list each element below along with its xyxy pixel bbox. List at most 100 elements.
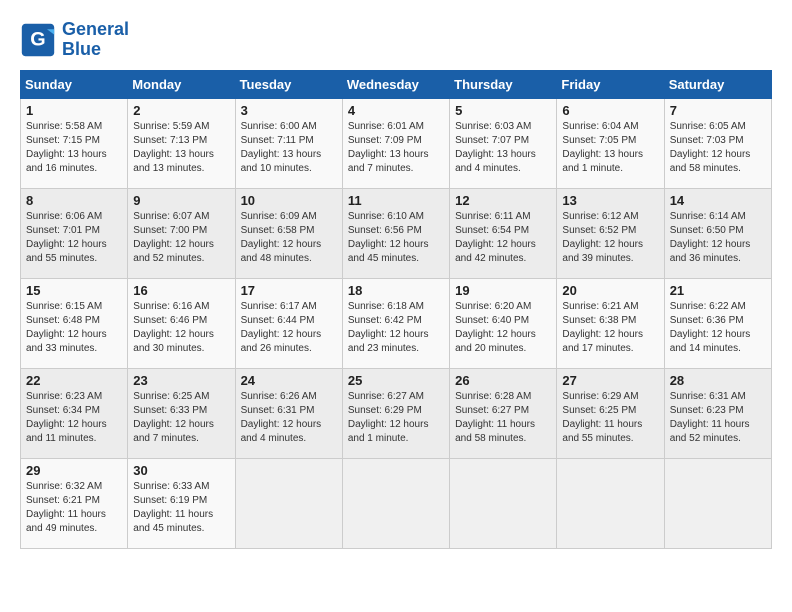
- day-detail: Sunrise: 6:21 AMSunset: 6:38 PMDaylight:…: [562, 300, 658, 356]
- calendar-day-cell: 8 Sunrise: 6:06 AMSunset: 7:01 PMDayligh…: [21, 188, 128, 278]
- calendar-day-cell: 23 Sunrise: 6:25 AMSunset: 6:33 PMDaylig…: [128, 368, 235, 458]
- day-number: 10: [241, 193, 337, 208]
- svg-text:G: G: [30, 28, 45, 50]
- day-of-week-header: Friday: [557, 70, 664, 98]
- day-number: 15: [26, 283, 122, 298]
- calendar-day-cell: 11 Sunrise: 6:10 AMSunset: 6:56 PMDaylig…: [342, 188, 449, 278]
- day-number: 8: [26, 193, 122, 208]
- day-number: 23: [133, 373, 229, 388]
- day-detail: Sunrise: 6:23 AMSunset: 6:34 PMDaylight:…: [26, 390, 122, 446]
- calendar-week-row: 8 Sunrise: 6:06 AMSunset: 7:01 PMDayligh…: [21, 188, 772, 278]
- calendar-day-cell: 1 Sunrise: 5:58 AMSunset: 7:15 PMDayligh…: [21, 98, 128, 188]
- calendar-header: SundayMondayTuesdayWednesdayThursdayFrid…: [21, 70, 772, 98]
- day-of-week-header: Monday: [128, 70, 235, 98]
- day-detail: Sunrise: 5:59 AMSunset: 7:13 PMDaylight:…: [133, 120, 229, 176]
- calendar-day-cell: 2 Sunrise: 5:59 AMSunset: 7:13 PMDayligh…: [128, 98, 235, 188]
- calendar-day-cell: 7 Sunrise: 6:05 AMSunset: 7:03 PMDayligh…: [664, 98, 771, 188]
- calendar-week-row: 15 Sunrise: 6:15 AMSunset: 6:48 PMDaylig…: [21, 278, 772, 368]
- day-number: 16: [133, 283, 229, 298]
- day-number: 26: [455, 373, 551, 388]
- day-detail: Sunrise: 6:12 AMSunset: 6:52 PMDaylight:…: [562, 210, 658, 266]
- calendar-day-cell: 30 Sunrise: 6:33 AMSunset: 6:19 PMDaylig…: [128, 458, 235, 548]
- day-of-week-header: Saturday: [664, 70, 771, 98]
- calendar-day-cell: 25 Sunrise: 6:27 AMSunset: 6:29 PMDaylig…: [342, 368, 449, 458]
- day-detail: Sunrise: 6:22 AMSunset: 6:36 PMDaylight:…: [670, 300, 766, 356]
- day-number: 30: [133, 463, 229, 478]
- calendar-day-cell: [235, 458, 342, 548]
- day-number: 6: [562, 103, 658, 118]
- day-detail: Sunrise: 6:14 AMSunset: 6:50 PMDaylight:…: [670, 210, 766, 266]
- calendar-day-cell: 5 Sunrise: 6:03 AMSunset: 7:07 PMDayligh…: [450, 98, 557, 188]
- day-detail: Sunrise: 6:31 AMSunset: 6:23 PMDaylight:…: [670, 390, 766, 446]
- calendar-day-cell: 12 Sunrise: 6:11 AMSunset: 6:54 PMDaylig…: [450, 188, 557, 278]
- day-detail: Sunrise: 6:00 AMSunset: 7:11 PMDaylight:…: [241, 120, 337, 176]
- day-detail: Sunrise: 6:01 AMSunset: 7:09 PMDaylight:…: [348, 120, 444, 176]
- day-detail: Sunrise: 6:33 AMSunset: 6:19 PMDaylight:…: [133, 480, 229, 536]
- day-detail: Sunrise: 6:26 AMSunset: 6:31 PMDaylight:…: [241, 390, 337, 446]
- calendar-day-cell: 3 Sunrise: 6:00 AMSunset: 7:11 PMDayligh…: [235, 98, 342, 188]
- day-of-week-header: Tuesday: [235, 70, 342, 98]
- day-number: 2: [133, 103, 229, 118]
- day-number: 18: [348, 283, 444, 298]
- logo-icon: G: [20, 22, 56, 58]
- calendar-day-cell: 4 Sunrise: 6:01 AMSunset: 7:09 PMDayligh…: [342, 98, 449, 188]
- calendar-week-row: 22 Sunrise: 6:23 AMSunset: 6:34 PMDaylig…: [21, 368, 772, 458]
- day-of-week-header: Wednesday: [342, 70, 449, 98]
- day-detail: Sunrise: 6:17 AMSunset: 6:44 PMDaylight:…: [241, 300, 337, 356]
- day-number: 21: [670, 283, 766, 298]
- day-detail: Sunrise: 6:07 AMSunset: 7:00 PMDaylight:…: [133, 210, 229, 266]
- calendar-day-cell: 24 Sunrise: 6:26 AMSunset: 6:31 PMDaylig…: [235, 368, 342, 458]
- calendar-day-cell: 15 Sunrise: 6:15 AMSunset: 6:48 PMDaylig…: [21, 278, 128, 368]
- day-detail: Sunrise: 6:25 AMSunset: 6:33 PMDaylight:…: [133, 390, 229, 446]
- day-detail: Sunrise: 6:04 AMSunset: 7:05 PMDaylight:…: [562, 120, 658, 176]
- day-number: 29: [26, 463, 122, 478]
- day-number: 4: [348, 103, 444, 118]
- calendar-week-row: 1 Sunrise: 5:58 AMSunset: 7:15 PMDayligh…: [21, 98, 772, 188]
- calendar-day-cell: 9 Sunrise: 6:07 AMSunset: 7:00 PMDayligh…: [128, 188, 235, 278]
- calendar-day-cell: [557, 458, 664, 548]
- day-detail: Sunrise: 6:29 AMSunset: 6:25 PMDaylight:…: [562, 390, 658, 446]
- day-detail: Sunrise: 6:15 AMSunset: 6:48 PMDaylight:…: [26, 300, 122, 356]
- calendar-day-cell: 13 Sunrise: 6:12 AMSunset: 6:52 PMDaylig…: [557, 188, 664, 278]
- day-detail: Sunrise: 6:09 AMSunset: 6:58 PMDaylight:…: [241, 210, 337, 266]
- day-number: 5: [455, 103, 551, 118]
- day-detail: Sunrise: 6:11 AMSunset: 6:54 PMDaylight:…: [455, 210, 551, 266]
- day-number: 27: [562, 373, 658, 388]
- day-number: 14: [670, 193, 766, 208]
- day-detail: Sunrise: 6:05 AMSunset: 7:03 PMDaylight:…: [670, 120, 766, 176]
- day-number: 24: [241, 373, 337, 388]
- calendar-day-cell: [342, 458, 449, 548]
- day-number: 17: [241, 283, 337, 298]
- calendar-day-cell: 26 Sunrise: 6:28 AMSunset: 6:27 PMDaylig…: [450, 368, 557, 458]
- calendar-day-cell: 20 Sunrise: 6:21 AMSunset: 6:38 PMDaylig…: [557, 278, 664, 368]
- calendar-table: SundayMondayTuesdayWednesdayThursdayFrid…: [20, 70, 772, 549]
- calendar-day-cell: 17 Sunrise: 6:17 AMSunset: 6:44 PMDaylig…: [235, 278, 342, 368]
- calendar-day-cell: 22 Sunrise: 6:23 AMSunset: 6:34 PMDaylig…: [21, 368, 128, 458]
- logo: G GeneralBlue: [20, 20, 129, 60]
- day-detail: Sunrise: 6:18 AMSunset: 6:42 PMDaylight:…: [348, 300, 444, 356]
- day-detail: Sunrise: 6:32 AMSunset: 6:21 PMDaylight:…: [26, 480, 122, 536]
- calendar-day-cell: 19 Sunrise: 6:20 AMSunset: 6:40 PMDaylig…: [450, 278, 557, 368]
- calendar-day-cell: 18 Sunrise: 6:18 AMSunset: 6:42 PMDaylig…: [342, 278, 449, 368]
- day-number: 25: [348, 373, 444, 388]
- calendar-day-cell: [664, 458, 771, 548]
- calendar-day-cell: 14 Sunrise: 6:14 AMSunset: 6:50 PMDaylig…: [664, 188, 771, 278]
- page-header: G GeneralBlue: [20, 20, 772, 60]
- day-of-week-header: Thursday: [450, 70, 557, 98]
- calendar-week-row: 29 Sunrise: 6:32 AMSunset: 6:21 PMDaylig…: [21, 458, 772, 548]
- day-number: 13: [562, 193, 658, 208]
- calendar-day-cell: 6 Sunrise: 6:04 AMSunset: 7:05 PMDayligh…: [557, 98, 664, 188]
- day-number: 7: [670, 103, 766, 118]
- calendar-day-cell: 10 Sunrise: 6:09 AMSunset: 6:58 PMDaylig…: [235, 188, 342, 278]
- day-detail: Sunrise: 6:16 AMSunset: 6:46 PMDaylight:…: [133, 300, 229, 356]
- calendar-day-cell: 29 Sunrise: 6:32 AMSunset: 6:21 PMDaylig…: [21, 458, 128, 548]
- day-number: 1: [26, 103, 122, 118]
- day-of-week-header: Sunday: [21, 70, 128, 98]
- day-detail: Sunrise: 6:27 AMSunset: 6:29 PMDaylight:…: [348, 390, 444, 446]
- day-detail: Sunrise: 6:06 AMSunset: 7:01 PMDaylight:…: [26, 210, 122, 266]
- calendar-day-cell: 27 Sunrise: 6:29 AMSunset: 6:25 PMDaylig…: [557, 368, 664, 458]
- day-number: 20: [562, 283, 658, 298]
- logo-text: GeneralBlue: [62, 20, 129, 60]
- calendar-day-cell: 16 Sunrise: 6:16 AMSunset: 6:46 PMDaylig…: [128, 278, 235, 368]
- calendar-day-cell: 28 Sunrise: 6:31 AMSunset: 6:23 PMDaylig…: [664, 368, 771, 458]
